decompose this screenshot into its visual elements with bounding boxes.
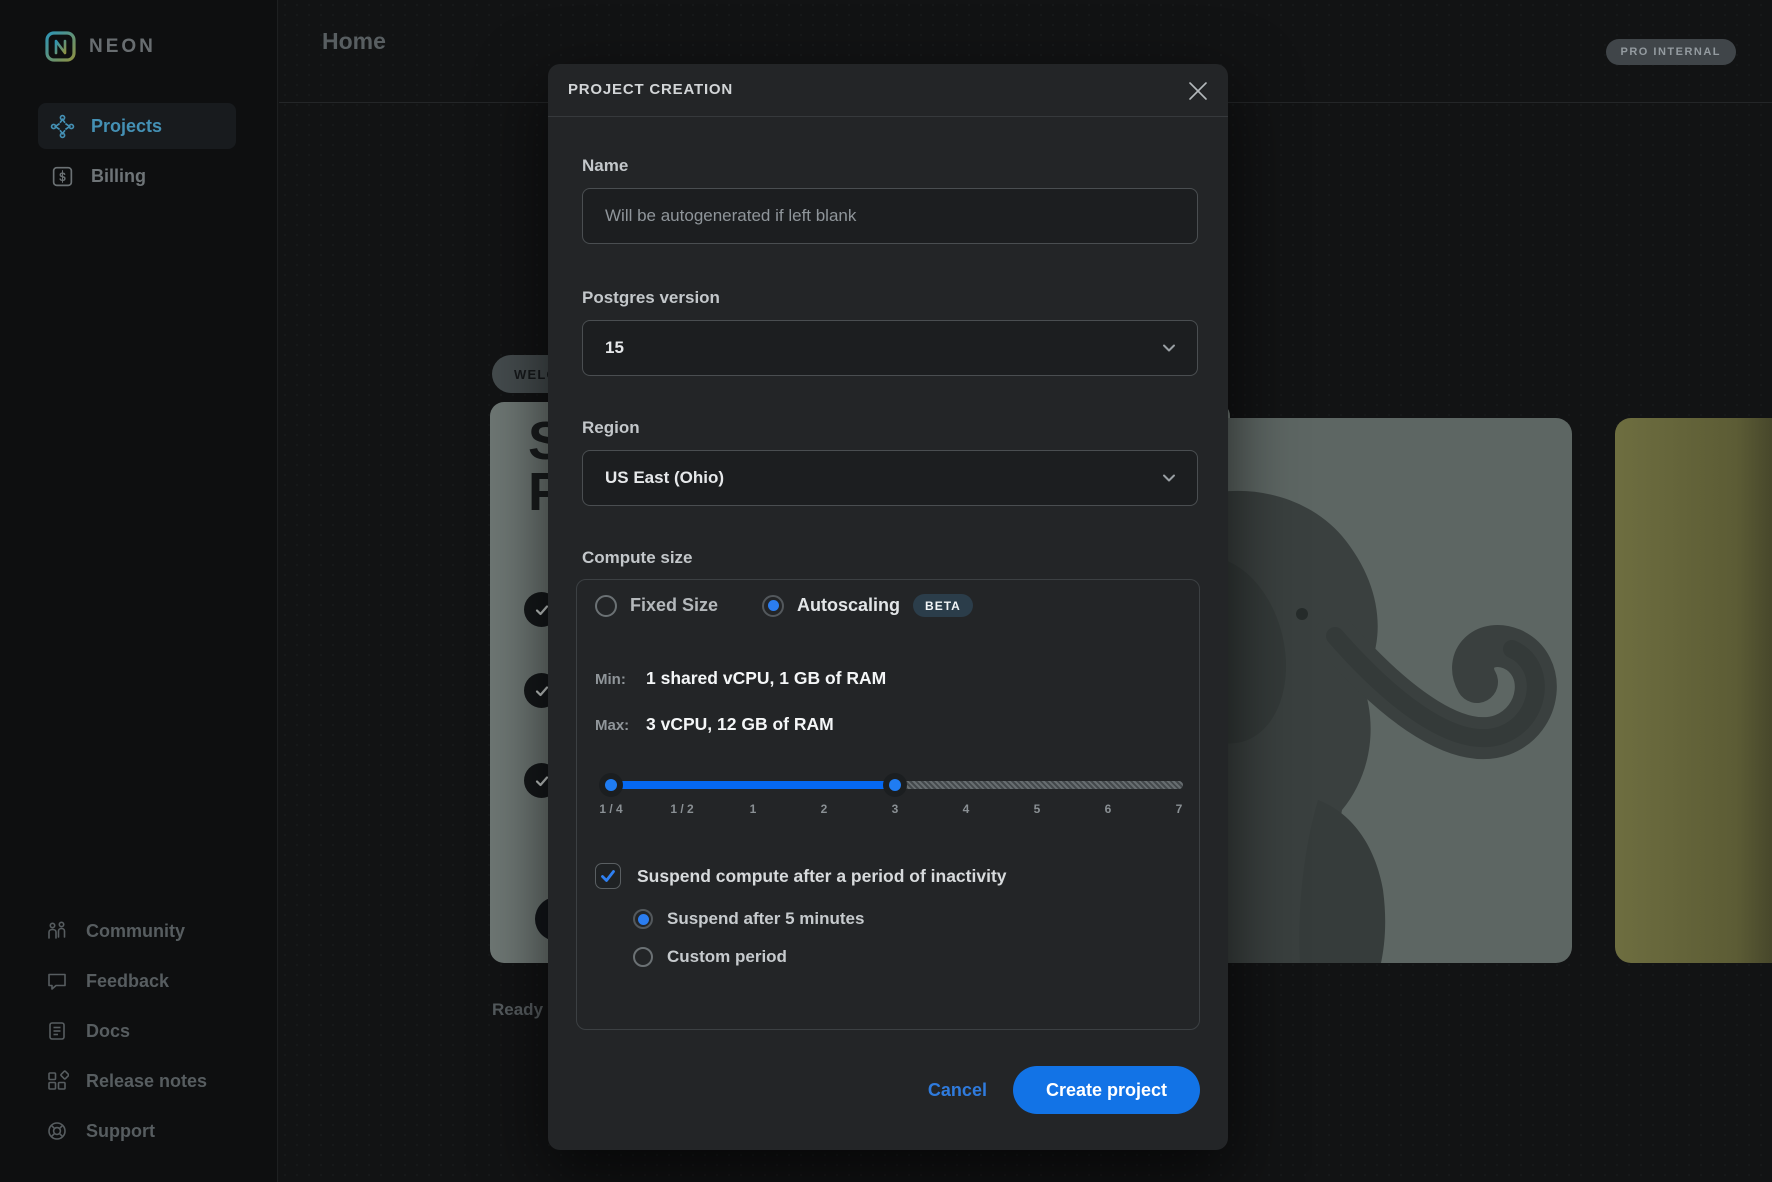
slider-fill: [603, 781, 895, 789]
chevron-down-icon: [1159, 338, 1179, 358]
slider-tick: 2: [799, 802, 849, 816]
project-creation-modal: PROJECT CREATION Name Postgres version 1…: [548, 64, 1228, 1150]
slider-min-thumb[interactable]: [599, 773, 623, 797]
check-icon: [599, 867, 617, 885]
slider-tick: 7: [1154, 802, 1204, 816]
fixed-size-radio[interactable]: Fixed Size: [595, 595, 718, 617]
slider-tick: 1 / 2: [657, 802, 707, 816]
slider-tick: 1 / 4: [586, 802, 636, 816]
sidebar-item-label: Billing: [91, 166, 146, 187]
suspend-checkbox[interactable]: [595, 863, 621, 889]
docs-document-icon: [45, 1019, 69, 1043]
feedback-bubble-icon: [45, 969, 69, 993]
fixed-size-label: Fixed Size: [630, 595, 718, 616]
modal-header: PROJECT CREATION: [548, 64, 1228, 117]
plan-badge: PRO INTERNAL: [1606, 39, 1737, 65]
sidebar-item-label: Docs: [86, 1021, 130, 1042]
min-compute-row: Min: 1 shared vCPU, 1 GB of RAM: [595, 668, 1175, 692]
cancel-button[interactable]: Cancel: [928, 1080, 987, 1101]
sidebar-item-community[interactable]: Community: [45, 916, 185, 946]
brand-wordmark: NEON: [89, 36, 156, 58]
community-people-icon: [45, 919, 69, 943]
support-lifebuoy-icon: [45, 1119, 69, 1143]
postgres-version-value: 15: [605, 338, 624, 358]
name-label: Name: [582, 156, 628, 176]
modal-footer: Cancel Create project: [928, 1066, 1200, 1114]
region-value: US East (Ohio): [605, 468, 724, 488]
sidebar: NEON Projects $ Billing: [0, 0, 278, 1182]
sidebar-item-label: Release notes: [86, 1071, 207, 1092]
max-compute-row: Max: 3 vCPU, 12 GB of RAM: [595, 714, 1175, 738]
custom-period-radio[interactable]: Custom period: [633, 947, 787, 967]
autoscaling-radio[interactable]: Autoscaling BETA: [762, 594, 973, 617]
suspend-after-5-radio[interactable]: Suspend after 5 minutes: [633, 909, 864, 929]
sidebar-item-label: Projects: [91, 116, 162, 137]
min-label: Min:: [595, 671, 646, 688]
create-project-button[interactable]: Create project: [1013, 1066, 1200, 1114]
page-title: Home: [322, 28, 386, 55]
slider-tick: 5: [1012, 802, 1062, 816]
compute-mode-options: Fixed Size Autoscaling BETA: [595, 594, 973, 617]
slider-tick: 1: [728, 802, 778, 816]
max-label: Max:: [595, 717, 646, 734]
radio-icon[interactable]: [633, 947, 653, 967]
radio-icon[interactable]: [595, 595, 617, 617]
name-input[interactable]: [583, 189, 1197, 243]
compute-range-slider[interactable]: [603, 777, 1183, 793]
sidebar-item-feedback[interactable]: Feedback: [45, 966, 169, 996]
billing-dollar-icon: $: [50, 164, 75, 189]
beta-badge: BETA: [913, 594, 973, 617]
compute-size-label: Compute size: [582, 548, 693, 568]
slider-tick: 3: [870, 802, 920, 816]
modal-title: PROJECT CREATION: [568, 81, 733, 98]
sidebar-item-release-notes[interactable]: Release notes: [45, 1066, 207, 1096]
radio-icon[interactable]: [633, 909, 653, 929]
region-label: Region: [582, 418, 640, 438]
sidebar-item-support[interactable]: Support: [45, 1116, 155, 1146]
promo-card: [1615, 418, 1772, 963]
projects-network-icon: [50, 114, 75, 139]
app-window: Home PRO INTERNAL WELCO S P Ready to: [0, 0, 1772, 1182]
suspend-after-5-label: Suspend after 5 minutes: [667, 909, 864, 929]
suspend-compute-row: Suspend compute after a period of inacti…: [595, 863, 1007, 889]
radio-icon[interactable]: [762, 595, 784, 617]
slider-tick: 4: [941, 802, 991, 816]
release-notes-grid-icon: [45, 1069, 69, 1093]
name-input-wrap: [582, 188, 1198, 244]
sidebar-item-label: Feedback: [86, 971, 169, 992]
compute-size-panel: Fixed Size Autoscaling BETA Min: 1 share…: [576, 579, 1200, 1030]
neon-logo-icon: [45, 31, 76, 62]
close-icon[interactable]: [1184, 77, 1212, 105]
custom-period-label: Custom period: [667, 947, 787, 967]
brand-logo[interactable]: NEON: [45, 31, 156, 62]
sidebar-item-docs[interactable]: Docs: [45, 1016, 130, 1046]
autoscaling-label: Autoscaling: [797, 595, 900, 616]
sidebar-item-projects[interactable]: Projects: [38, 103, 236, 149]
postgres-version-label: Postgres version: [582, 288, 720, 308]
max-value: 3 vCPU, 12 GB of RAM: [646, 714, 834, 735]
slider-max-thumb[interactable]: [883, 773, 907, 797]
suspend-label: Suspend compute after a period of inacti…: [637, 863, 1007, 889]
min-value: 1 shared vCPU, 1 GB of RAM: [646, 668, 886, 689]
sidebar-item-label: Support: [86, 1121, 155, 1142]
region-select[interactable]: US East (Ohio): [582, 450, 1198, 506]
chevron-down-icon: [1159, 468, 1179, 488]
sidebar-item-label: Community: [86, 921, 185, 942]
postgres-version-select[interactable]: 15: [582, 320, 1198, 376]
sidebar-item-billing[interactable]: $ Billing: [38, 153, 236, 199]
slider-tick: 6: [1083, 802, 1133, 816]
